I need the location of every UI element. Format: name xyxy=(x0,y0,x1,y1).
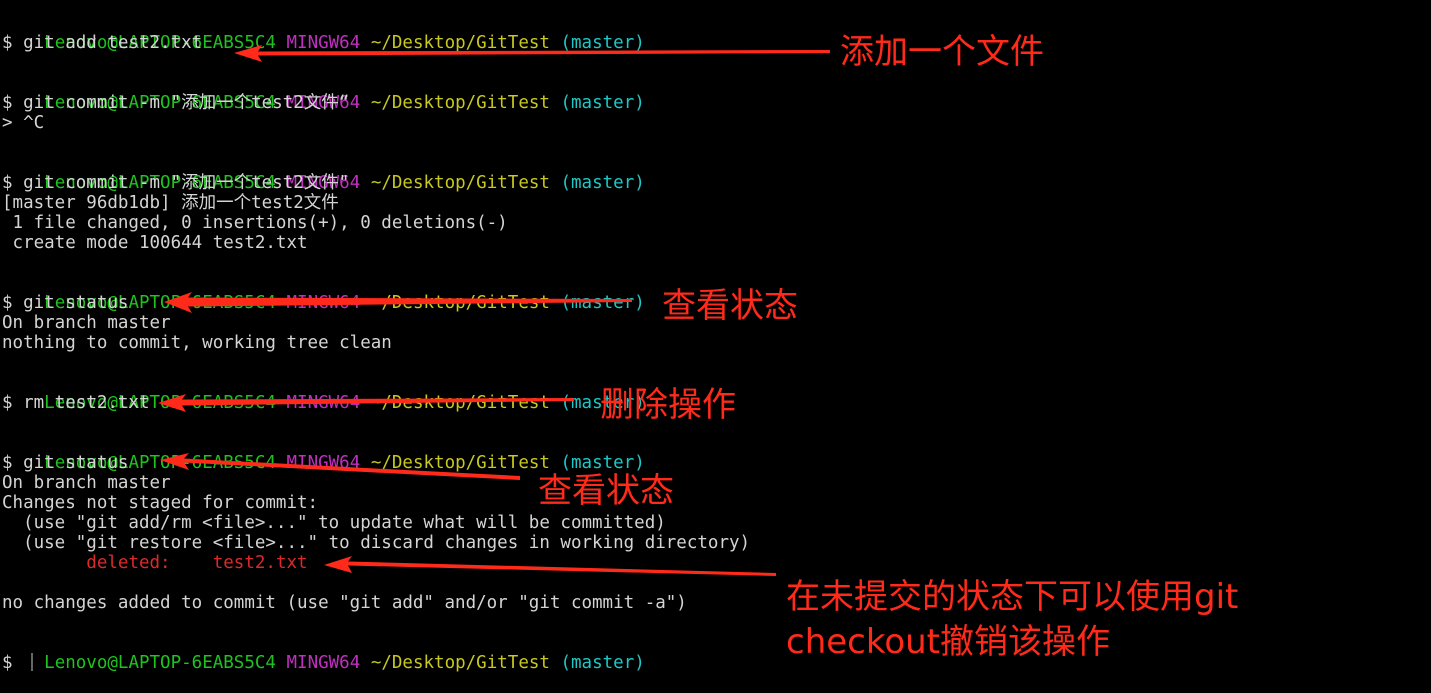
arrow-status-2 xyxy=(160,453,520,480)
annotation-view-status-2: 查看状态 xyxy=(538,471,674,511)
annotation-view-status-1: 查看状态 xyxy=(662,286,798,326)
arrow-add-file xyxy=(234,45,830,62)
annotation-delete-op: 删除操作 xyxy=(600,385,736,425)
annotation-undo-line-1: 在未提交的状态下可以使用git xyxy=(786,577,1239,617)
annotation-undo-line-2: checkout撤销该操作 xyxy=(786,622,1111,662)
arrow-deleted xyxy=(324,556,776,576)
arrow-delete xyxy=(158,394,574,412)
arrow-status-1 xyxy=(164,292,632,313)
annotation-add-file: 添加一个文件 xyxy=(840,32,1044,72)
